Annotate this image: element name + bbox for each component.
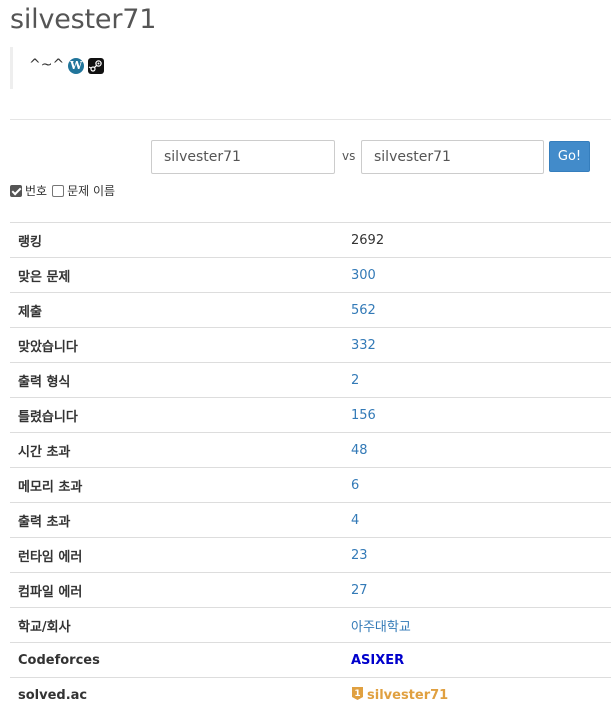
tier-badge-icon: 1 [351, 686, 364, 705]
stat-label: 학교/회사 [10, 607, 343, 643]
table-row: 시간 초과 48 [10, 432, 611, 468]
user-profile-page: silvester71 ^~^ W vs Go! 번호 문제 이름 랭킹 269… [0, 0, 611, 715]
steam-icon[interactable] [88, 58, 105, 74]
status-message-block: ^~^ W [10, 47, 210, 89]
stat-label: 맞은 문제 [10, 257, 343, 293]
vs-label: vs [342, 149, 356, 163]
stat-value-link[interactable]: 332 [351, 338, 376, 353]
stat-label: 랭킹 [10, 222, 343, 258]
compare-user-left-input[interactable] [151, 140, 335, 174]
table-row: 컴파일 에러 27 [10, 572, 611, 608]
table-row: 런타임 에러 23 [10, 537, 611, 573]
school-link[interactable]: 아주대학교 [351, 620, 411, 635]
stat-value-link[interactable]: 27 [351, 583, 368, 598]
section-divider [10, 119, 611, 120]
table-row: 맞았습니다 332 [10, 327, 611, 363]
stat-value-link[interactable]: 2 [351, 373, 359, 388]
table-row: 출력 초과 4 [10, 502, 611, 538]
solvedac-label: solved.ac [10, 677, 343, 713]
page-title: silvester71 [10, 4, 157, 35]
compare-user-right-input[interactable] [361, 140, 544, 174]
number-checkbox[interactable] [10, 184, 22, 197]
stat-value-link[interactable]: 562 [351, 303, 376, 318]
problem-name-checkbox-label: 문제 이름 [67, 184, 116, 198]
solvedac-handle-link[interactable]: 1 silvester71 [351, 686, 448, 705]
display-options: 번호 문제 이름 [10, 182, 120, 199]
problem-name-checkbox[interactable] [52, 184, 65, 197]
table-row: solved.ac 1 silvester71 [10, 677, 611, 713]
status-message: ^~^ [29, 57, 65, 73]
table-row: 틀렸습니다 156 [10, 397, 611, 433]
stat-label: 출력 형식 [10, 362, 343, 398]
stat-value-link[interactable]: 300 [351, 268, 376, 283]
stat-label: 시간 초과 [10, 432, 343, 468]
codeforces-handle-link[interactable]: ASIXER [351, 653, 404, 668]
table-row: Codeforces ASIXER [10, 642, 611, 678]
table-row: 맞은 문제 300 [10, 257, 611, 293]
number-checkbox-label: 번호 [25, 184, 48, 198]
go-button[interactable]: Go! [549, 141, 590, 172]
stat-label: 런타임 에러 [10, 537, 343, 573]
table-row: 랭킹 2692 [10, 222, 611, 258]
stat-label: 제출 [10, 292, 343, 328]
table-row: 학교/회사 아주대학교 [10, 607, 611, 643]
stat-label: 맞았습니다 [10, 327, 343, 363]
stat-value-link[interactable]: 6 [351, 478, 359, 493]
stat-value-link[interactable]: 156 [351, 408, 376, 423]
stat-label: 메모리 초과 [10, 467, 343, 503]
codeforces-label: Codeforces [10, 642, 343, 678]
stat-value-link[interactable]: 4 [351, 513, 359, 528]
solvedac-handle: silvester71 [367, 687, 449, 703]
table-row: 출력 형식 2 [10, 362, 611, 398]
table-row: 제출 562 [10, 292, 611, 328]
table-row: 메모리 초과 6 [10, 467, 611, 503]
stat-value: 2692 [343, 222, 611, 258]
stat-label: 틀렸습니다 [10, 397, 343, 433]
stat-value-link[interactable]: 23 [351, 548, 368, 563]
stat-label: 출력 초과 [10, 502, 343, 538]
wordpress-icon[interactable]: W [68, 58, 85, 74]
user-stats-table: 랭킹 2692 맞은 문제 300 제출 562 맞았습니다 332 출력 형식… [10, 222, 611, 713]
stat-label: 컴파일 에러 [10, 572, 343, 608]
stat-value-link[interactable]: 48 [351, 443, 368, 458]
tier-number: 1 [354, 689, 360, 699]
